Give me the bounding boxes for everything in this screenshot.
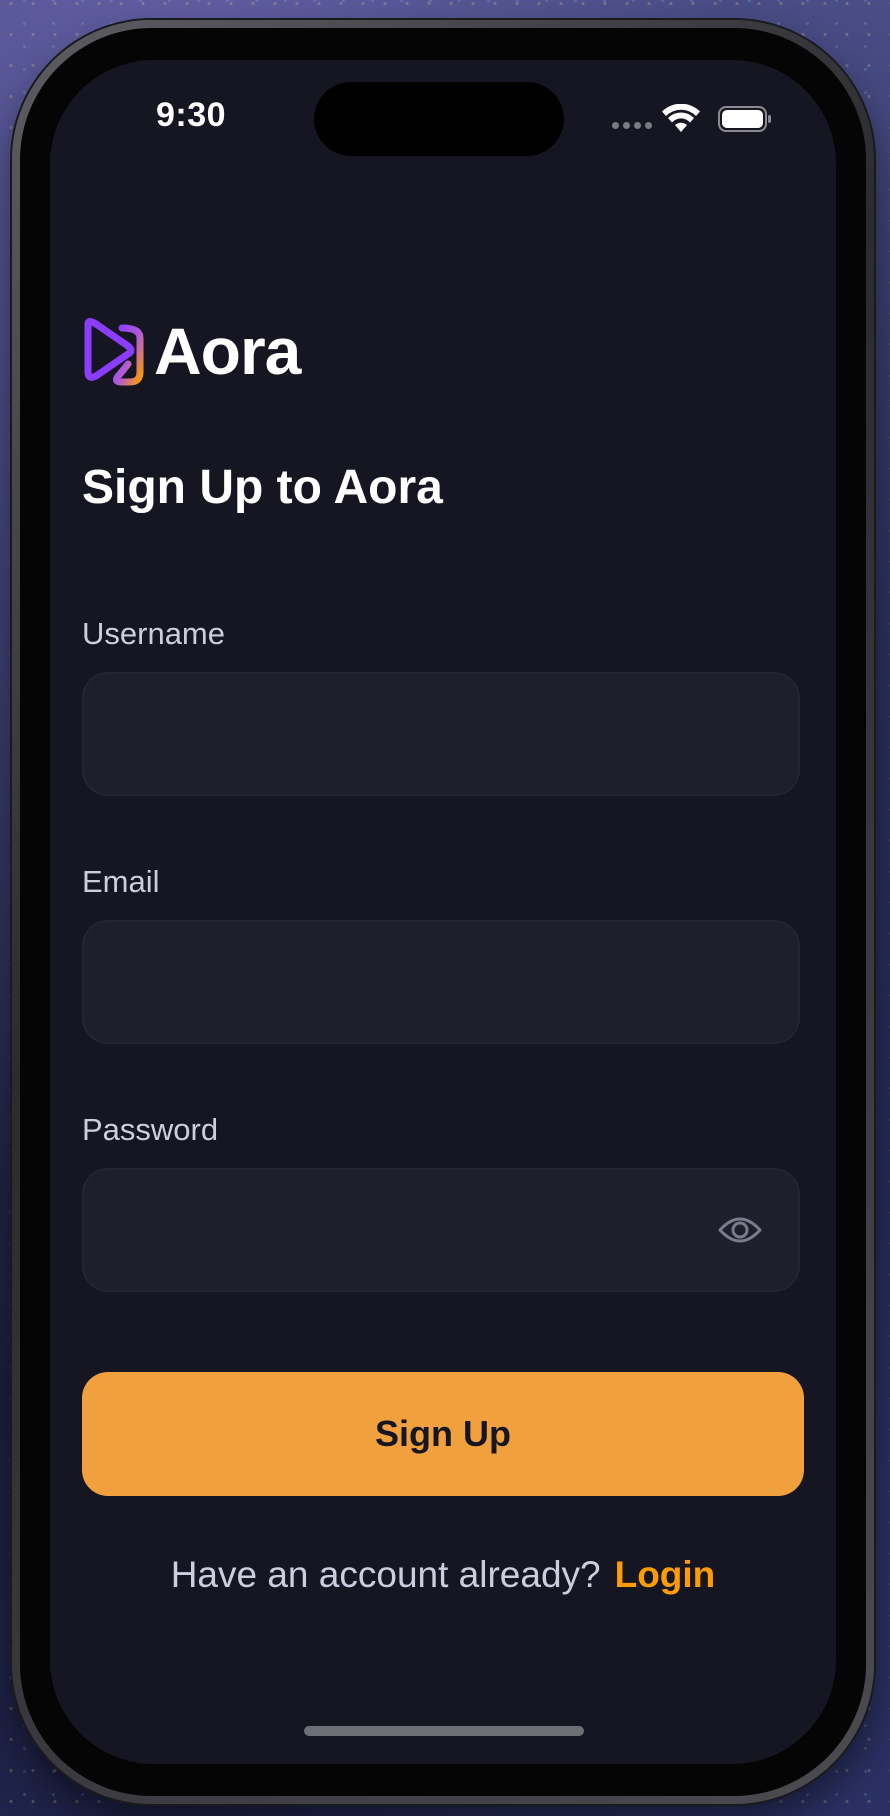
email-input[interactable] — [84, 922, 798, 1042]
sign-up-button[interactable]: Sign Up — [82, 1372, 804, 1496]
have-account-text: Have an account already? — [170, 1554, 601, 1595]
email-label: Email — [82, 864, 160, 899]
cellular-signal-icon — [612, 122, 652, 129]
status-time: 9:30 — [156, 96, 227, 134]
login-link[interactable]: Login — [615, 1554, 716, 1595]
password-field[interactable] — [82, 1168, 800, 1292]
username-label: Username — [82, 616, 225, 651]
username-field[interactable] — [82, 672, 800, 796]
dynamic-island — [314, 82, 564, 156]
wifi-icon — [662, 104, 700, 132]
login-prompt: Have an account already? Login — [50, 1556, 836, 1593]
home-indicator[interactable] — [304, 1726, 584, 1736]
page-title: Sign Up to Aora — [82, 461, 443, 514]
battery-icon — [718, 106, 771, 132]
eye-icon[interactable] — [718, 1212, 762, 1248]
status-bar: 9:30 — [50, 60, 836, 180]
brand-name: Aora — [154, 314, 301, 388]
play-logo-icon — [84, 318, 144, 386]
brand-logo: Aora — [82, 314, 301, 388]
password-label: Password — [82, 1112, 219, 1147]
username-input[interactable] — [84, 674, 798, 794]
password-input[interactable] — [84, 1170, 798, 1290]
app-screen: 9:30 Aora Sign Up to Aora Username Email… — [50, 60, 836, 1764]
email-field[interactable] — [82, 920, 800, 1044]
